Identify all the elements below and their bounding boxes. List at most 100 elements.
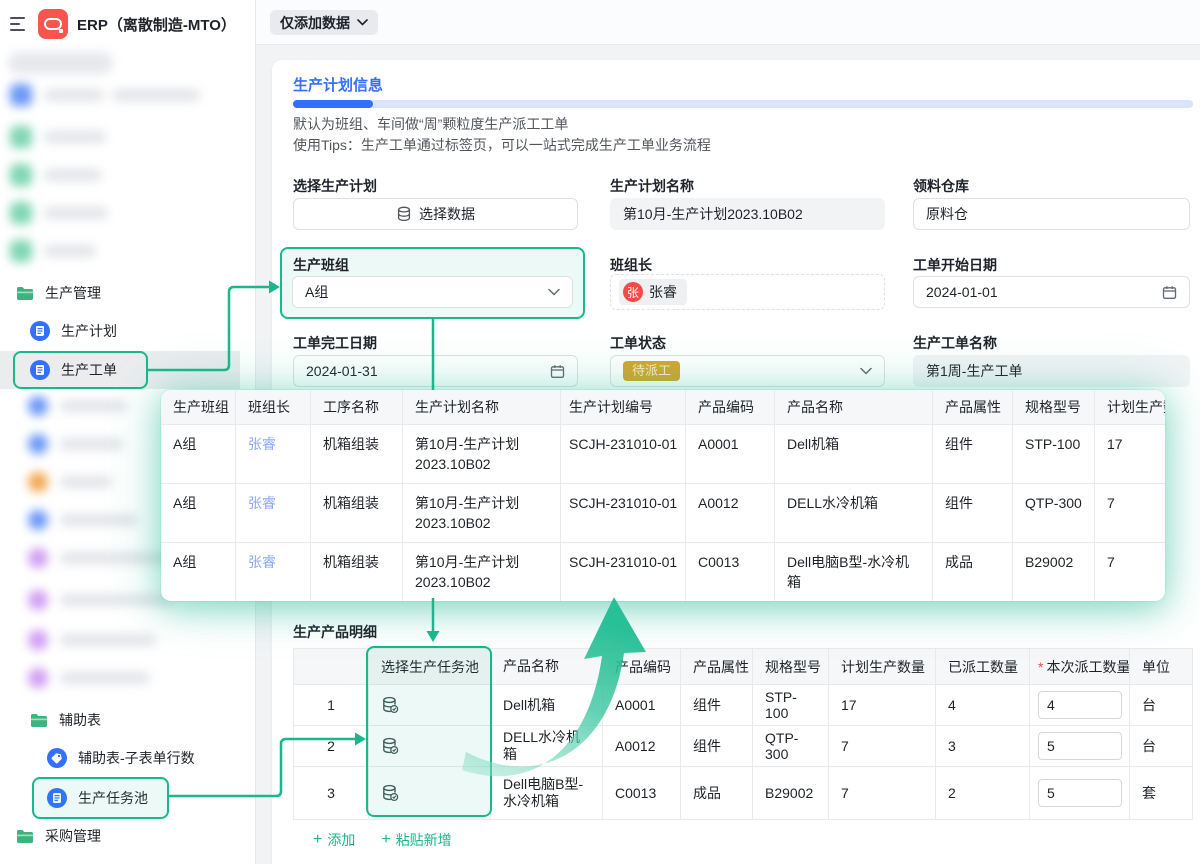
required-marker: *	[1038, 659, 1043, 675]
cell: Dell电脑B型-水冷机箱	[775, 543, 933, 601]
column-header: 产品属性	[681, 649, 753, 684]
product-name-cell: DELL水冷机箱	[491, 726, 603, 766]
task-pool-picker-cell[interactable]	[369, 726, 491, 766]
database-check-icon	[381, 696, 399, 714]
plus-icon: +	[381, 833, 390, 847]
index-column-header	[294, 649, 369, 684]
plus-icon: +	[313, 833, 322, 847]
cell: 第10月-生产计划2023.10B02	[403, 484, 561, 542]
team-select[interactable]: A组	[292, 276, 573, 308]
sidebar-item-label: 生产计划	[61, 321, 117, 341]
column-header: 产品属性	[933, 390, 1013, 424]
table-row: 2 DELL水冷机箱 A0012 组件 QTP-300 7 3 台	[294, 725, 1192, 766]
product-code-cell: A0012	[603, 726, 681, 766]
dispatched-qty-cell: 2	[936, 767, 1030, 819]
column-header: 计划生产数量	[829, 649, 936, 684]
start-date-field[interactable]: 2024-01-01	[913, 276, 1190, 308]
add-row-button[interactable]: +添加	[313, 830, 355, 850]
current-qty-input[interactable]	[1038, 732, 1122, 760]
leader-link[interactable]: 张睿	[236, 484, 311, 542]
row-index: 1	[294, 685, 369, 725]
cell: A组	[161, 484, 236, 542]
current-qty-input[interactable]	[1038, 691, 1122, 719]
status-tag: 待派工	[623, 361, 680, 381]
finish-date-field[interactable]: 2024-01-31	[293, 355, 578, 387]
cell: A组	[161, 425, 236, 483]
warehouse-field[interactable]: 原料仓	[913, 198, 1190, 230]
unit-cell: 台	[1130, 726, 1192, 766]
plan-qty-cell: 17	[829, 685, 936, 725]
column-header: 本次派工数量	[1046, 657, 1130, 677]
status-label: 工单状态	[610, 333, 666, 353]
column-header: 生产计划名称	[403, 390, 561, 424]
select-plan-label: 选择生产计划	[293, 176, 377, 196]
sidebar-header: ERP（离散制造-MTO）	[0, 8, 255, 40]
plan-name-value: 第10月-生产计划2023.10B02	[623, 204, 803, 224]
product-code-cell: A0001	[603, 685, 681, 725]
finish-date-label: 工单完工日期	[293, 333, 377, 353]
sidebar-item-production-work-order[interactable]: 生产工单	[0, 355, 255, 385]
column-header-required: *本次派工数量	[1030, 649, 1130, 684]
production-detail-table: 选择生产任务池 产品名称 产品编码 产品属性 规格型号 计划生产数量 已派工数量…	[293, 648, 1193, 820]
start-date-label: 工单开始日期	[913, 255, 997, 275]
column-header: 班组长	[236, 390, 311, 424]
document-icon	[47, 788, 67, 808]
spec-cell: STP-100	[753, 685, 829, 725]
task-pool-picker-cell[interactable]	[369, 685, 491, 725]
table-row[interactable]: A组 张睿 机箱组装 第10月-生产计划2023.10B02 SCJH-2310…	[161, 483, 1165, 542]
sidebar-item-aux-subtable-rows[interactable]: 辅助表-子表单行数	[0, 743, 255, 773]
tab-production-plan-info[interactable]: 生产计划信息	[293, 74, 383, 95]
leader-label: 班组长	[610, 255, 652, 275]
current-qty-input[interactable]	[1038, 779, 1122, 807]
warehouse-label: 领料仓库	[913, 176, 969, 196]
sidebar-item-label: 生产任务池	[78, 788, 148, 808]
table-row[interactable]: A组 张睿 机箱组装 第10月-生产计划2023.10B02 SCJH-2310…	[161, 424, 1165, 483]
row-index: 3	[294, 767, 369, 819]
current-qty-cell	[1030, 726, 1130, 766]
sidebar-item-production-plan[interactable]: 生产计划	[0, 316, 255, 346]
form-description-line1: 默认为班组、车间做“周”颗粒度生产派工工单	[293, 114, 568, 134]
cell: C0013	[686, 543, 775, 601]
cell: 第10月-生产计划2023.10B02	[403, 425, 561, 483]
select-plan-data-button[interactable]: 选择数据	[293, 198, 578, 230]
sidebar-item-auxiliary-tables[interactable]: 辅助表	[0, 705, 255, 735]
column-header: 规格型号	[753, 649, 829, 684]
collapse-sidebar-icon[interactable]	[10, 14, 30, 34]
add-data-mode-button[interactable]: 仅添加数据	[270, 10, 378, 35]
product-attr-cell: 组件	[681, 726, 753, 766]
column-header: 单位	[1130, 649, 1192, 684]
table-row[interactable]: A组 张睿 机箱组装 第10月-生产计划2023.10B02 SCJH-2310…	[161, 542, 1165, 601]
add-data-mode-label: 仅添加数据	[280, 13, 350, 33]
paste-add-button[interactable]: +粘贴新增	[381, 830, 451, 850]
tag-icon	[47, 748, 67, 768]
status-select[interactable]: 待派工	[610, 355, 885, 387]
cell: B29002	[1013, 543, 1095, 601]
sidebar-item-production-task-pool[interactable]: 生产任务池	[0, 783, 255, 813]
task-pool-picker-cell[interactable]	[369, 767, 491, 819]
dispatched-qty-cell: 4	[936, 685, 1030, 725]
cell: 第10月-生产计划2023.10B02	[403, 543, 561, 601]
chevron-down-icon	[548, 288, 560, 296]
column-header: 生产计划编号	[561, 390, 686, 424]
table-header-row: 选择生产任务池 产品名称 产品编码 产品属性 规格型号 计划生产数量 已派工数量…	[294, 649, 1192, 684]
chevron-down-icon	[357, 19, 368, 26]
leader-field[interactable]: 张 张睿	[610, 274, 885, 310]
column-header: 产品名称	[491, 649, 603, 684]
sidebar-item-purchase-management[interactable]: 采购管理	[0, 821, 255, 851]
calendar-icon	[1162, 285, 1177, 300]
cell: 17	[1095, 425, 1165, 483]
current-qty-cell	[1030, 767, 1130, 819]
folder-icon	[16, 286, 34, 301]
avatar: 张	[623, 282, 643, 302]
unit-cell: 套	[1130, 767, 1192, 819]
cell: 组件	[933, 484, 1013, 542]
sidebar-item-label: 辅助表-子表单行数	[78, 748, 195, 768]
sidebar-item-label: 辅助表	[59, 710, 101, 730]
sidebar-item-production-management[interactable]: 生产管理	[0, 278, 255, 308]
document-icon	[30, 360, 50, 380]
leader-link[interactable]: 张睿	[236, 425, 311, 483]
cell: 机箱组装	[311, 425, 403, 483]
leader-link[interactable]: 张睿	[236, 543, 311, 601]
detail-table-title: 生产产品明细	[293, 622, 377, 642]
column-header: 产品名称	[775, 390, 933, 424]
